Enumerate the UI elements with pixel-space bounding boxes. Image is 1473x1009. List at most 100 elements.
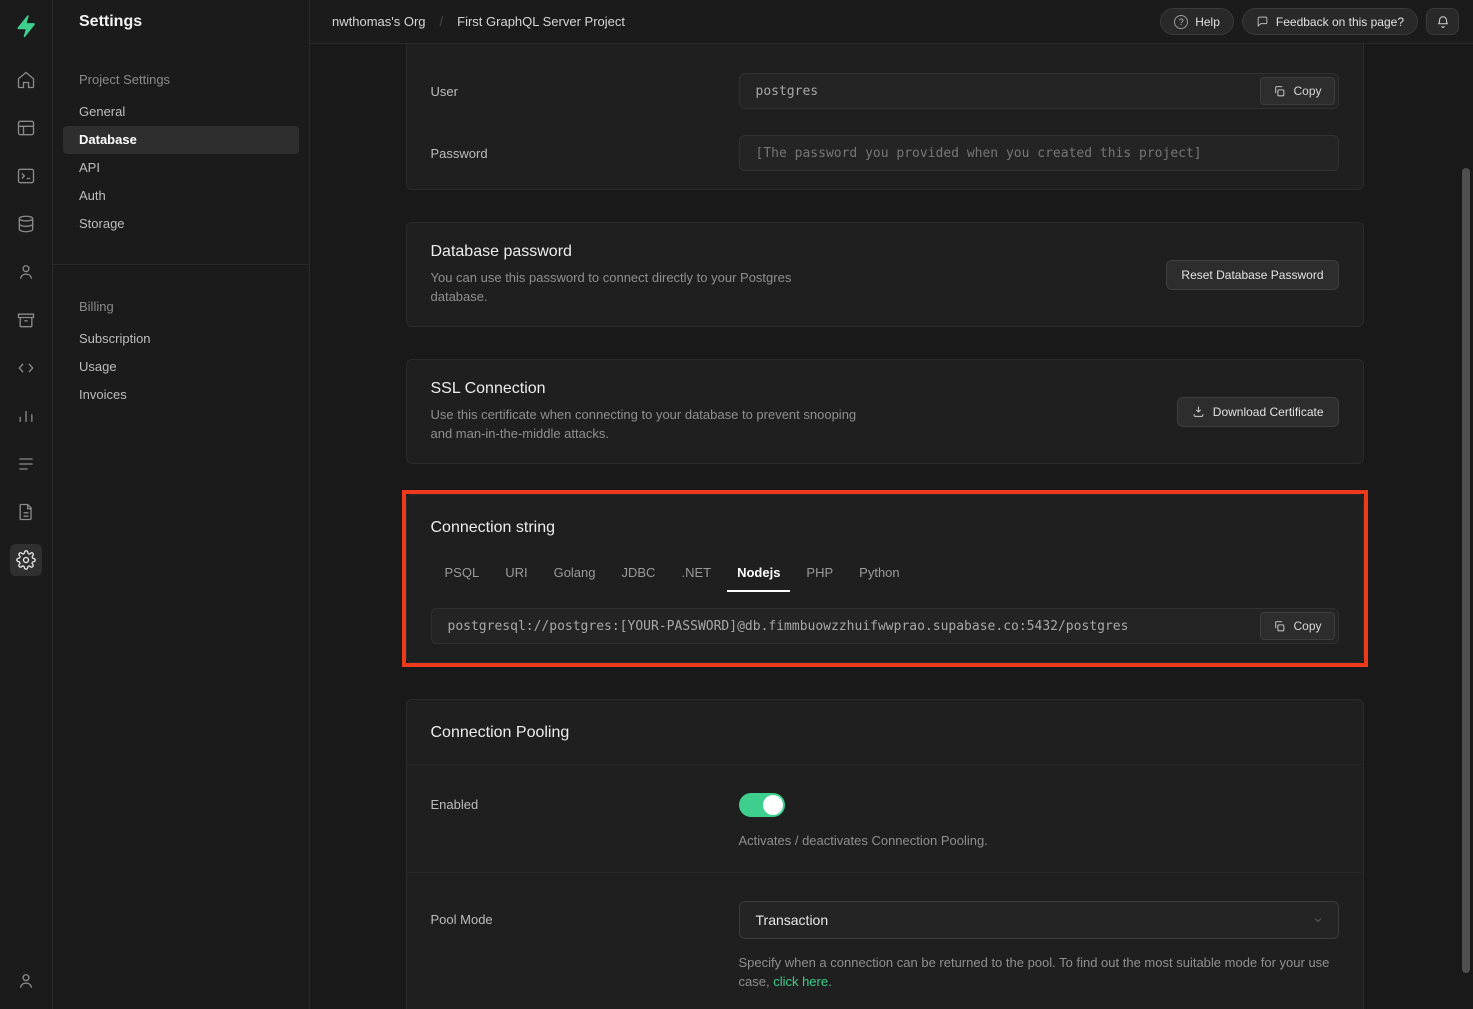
help-label: Help: [1195, 15, 1220, 29]
app-root: Settings Project Settings General Databa…: [0, 0, 1473, 1009]
pool-mode-select[interactable]: Transaction: [739, 901, 1339, 939]
pool-mode-label: Pool Mode: [431, 901, 739, 939]
toggle-knob: [763, 795, 783, 815]
sidebar-item-storage[interactable]: Storage: [63, 210, 299, 238]
reset-database-password-label: Reset Database Password: [1181, 268, 1323, 282]
sidebar-item-usage[interactable]: Usage: [63, 353, 299, 381]
pool-mode-row: Pool Mode Transaction Specify when a con…: [431, 901, 1339, 991]
sidebar-item-invoices[interactable]: Invoices: [63, 381, 299, 409]
scrollbar-thumb[interactable]: [1462, 168, 1470, 973]
copy-user-button[interactable]: Copy: [1260, 77, 1334, 105]
tab-psql[interactable]: PSQL: [435, 565, 490, 592]
supabase-bolt-icon: [13, 13, 39, 39]
chevron-down-icon: [1312, 914, 1324, 926]
connection-string-input[interactable]: [431, 608, 1339, 644]
click-here-link[interactable]: click here.: [773, 974, 832, 989]
pooling-enabled-description: Activates / deactivates Connection Pooli…: [739, 831, 1339, 850]
section-header-project-settings: Project Settings: [53, 68, 309, 92]
storage-icon[interactable]: [10, 304, 42, 336]
main-area: nwthomas's Org / First GraphQL Server Pr…: [310, 0, 1473, 1009]
sidebar-item-general[interactable]: General: [63, 98, 299, 126]
user-row: User Copy: [431, 73, 1339, 109]
logs-icon[interactable]: [10, 448, 42, 480]
table-editor-icon[interactable]: [10, 112, 42, 144]
sidebar-item-auth[interactable]: Auth: [63, 182, 299, 210]
project-settings-list: General Database API Auth Storage: [53, 98, 309, 238]
account-icon[interactable]: [10, 965, 42, 997]
sidebar-item-api[interactable]: API: [63, 154, 299, 182]
copy-user-label: Copy: [1293, 84, 1321, 98]
pool-mode-description: Specify when a connection can be returne…: [739, 953, 1339, 991]
topbar-actions: Help Feedback on this page?: [1160, 8, 1459, 35]
database-password-title: Database password: [431, 243, 831, 261]
pooling-enabled-label: Enabled: [431, 793, 739, 817]
download-certificate-button[interactable]: Download Certificate: [1177, 397, 1339, 427]
pooling-enabled-field: Activates / deactivates Connection Pooli…: [739, 793, 1339, 850]
sql-editor-icon[interactable]: [10, 160, 42, 192]
sidebar-divider: [53, 264, 309, 265]
sidebar-item-subscription[interactable]: Subscription: [63, 325, 299, 353]
tab-golang[interactable]: Golang: [544, 565, 606, 592]
help-icon: [1174, 15, 1188, 29]
copy-icon: [1273, 85, 1286, 98]
connection-string-field: Copy: [431, 608, 1339, 644]
tab-uri[interactable]: URI: [495, 565, 537, 592]
settings-gear-icon[interactable]: [10, 544, 42, 576]
ssl-description: Use this certificate when connecting to …: [431, 405, 871, 443]
copy-icon: [1273, 620, 1286, 633]
tab-php[interactable]: PHP: [796, 565, 843, 592]
ssl-text: SSL Connection Use this certificate when…: [431, 380, 871, 443]
pooling-enabled-row: Enabled Activates / deactivates Connecti…: [431, 793, 1339, 850]
user-field: Copy: [739, 73, 1339, 109]
pool-mode-value: Transaction: [756, 912, 829, 928]
password-input[interactable]: [739, 135, 1339, 171]
sidebar-item-database[interactable]: Database: [63, 126, 299, 154]
connection-string-card: Connection string PSQL URI Golang JDBC .…: [406, 494, 1364, 663]
reset-database-password-button[interactable]: Reset Database Password: [1166, 260, 1338, 290]
notifications-button[interactable]: [1426, 8, 1459, 35]
nav-rail: [0, 0, 53, 1009]
ssl-connection-card: SSL Connection Use this certificate when…: [406, 359, 1364, 464]
chat-bubble-icon: [1256, 15, 1269, 28]
help-button[interactable]: Help: [1160, 8, 1234, 35]
download-icon: [1192, 405, 1205, 418]
pool-mode-field: Transaction Specify when a connection ca…: [739, 901, 1339, 991]
section-header-billing: Billing: [53, 295, 309, 319]
pooling-toggle[interactable]: [739, 793, 785, 817]
auth-users-icon[interactable]: [10, 256, 42, 288]
topbar: nwthomas's Org / First GraphQL Server Pr…: [310, 0, 1473, 44]
tab-dotnet[interactable]: .NET: [671, 565, 721, 592]
home-icon[interactable]: [10, 64, 42, 96]
breadcrumb: nwthomas's Org / First GraphQL Server Pr…: [332, 14, 625, 29]
feedback-button[interactable]: Feedback on this page?: [1242, 8, 1418, 35]
user-input[interactable]: [739, 73, 1339, 109]
settings-sidebar: Settings Project Settings General Databa…: [53, 0, 310, 1009]
connection-info-card: User Copy Password: [406, 44, 1364, 190]
feedback-label: Feedback on this page?: [1276, 15, 1404, 29]
password-row: Password: [431, 135, 1339, 171]
docs-icon[interactable]: [10, 496, 42, 528]
breadcrumb-org[interactable]: nwthomas's Org: [332, 14, 426, 29]
tab-python[interactable]: Python: [849, 565, 909, 592]
password-label: Password: [431, 146, 739, 161]
billing-list: Subscription Usage Invoices: [53, 325, 309, 409]
breadcrumb-separator: /: [440, 14, 444, 29]
tab-nodejs[interactable]: Nodejs: [727, 565, 790, 592]
supabase-logo[interactable]: [10, 10, 42, 42]
reports-icon[interactable]: [10, 400, 42, 432]
database-icon[interactable]: [10, 208, 42, 240]
connection-pooling-title: Connection Pooling: [431, 724, 1339, 742]
connection-pooling-card: Connection Pooling Enabled Activates / d…: [406, 699, 1364, 1009]
connection-string-title: Connection string: [431, 519, 1339, 537]
password-field: [739, 135, 1339, 171]
connection-string-tabs: PSQL URI Golang JDBC .NET Nodejs PHP Pyt…: [431, 565, 1339, 592]
ssl-title: SSL Connection: [431, 380, 871, 398]
bell-icon: [1436, 15, 1450, 29]
annotation-highlight: Connection string PSQL URI Golang JDBC .…: [402, 490, 1368, 667]
breadcrumb-project[interactable]: First GraphQL Server Project: [457, 14, 625, 29]
database-password-card: Database password You can use this passw…: [406, 222, 1364, 327]
copy-connection-string-button[interactable]: Copy: [1260, 612, 1334, 640]
edge-functions-icon[interactable]: [10, 352, 42, 384]
tab-jdbc[interactable]: JDBC: [612, 565, 666, 592]
user-label: User: [431, 84, 739, 99]
